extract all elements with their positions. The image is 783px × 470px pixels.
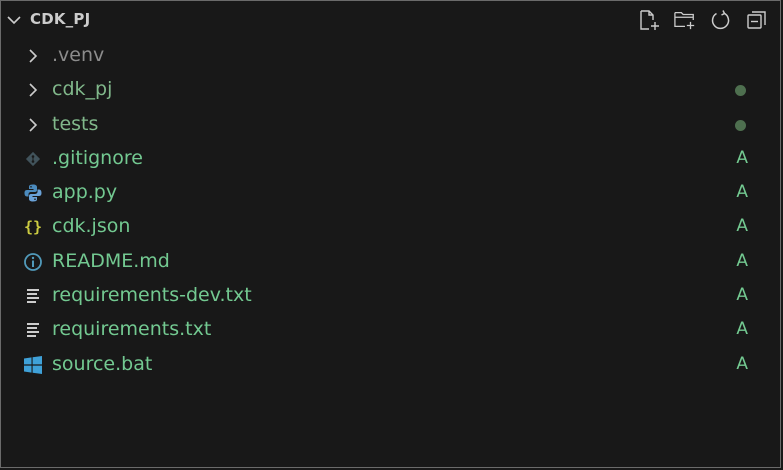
explorer-header[interactable]: CDK_PJ: [1, 1, 780, 39]
windows-icon: [23, 355, 43, 375]
tree-item-label: cdk_pj: [52, 78, 113, 101]
new-file-icon: [640, 10, 659, 30]
tree-item-venv[interactable]: .venv: [1, 38, 780, 72]
tree-item-requirements-dev[interactable]: requirements-dev.txt A: [1, 278, 780, 312]
git-status-badge: A: [736, 147, 748, 168]
tree-item-cdk-json[interactable]: {} cdk.json A: [1, 209, 780, 243]
tree-item-label: .venv: [52, 44, 105, 66]
git-status-badge: A: [736, 285, 748, 306]
tree-item-label: app.py: [52, 181, 118, 204]
tree-item-tests[interactable]: tests: [1, 107, 780, 141]
tree-item-label: requirements.txt: [52, 318, 212, 341]
tree-item-readme[interactable]: README.md A: [1, 244, 780, 278]
tree-item-cdk-pj[interactable]: cdk_pj: [1, 72, 780, 106]
git-modified-dot: [735, 119, 746, 131]
new-file-button[interactable]: [638, 9, 660, 31]
info-icon: [23, 252, 43, 272]
git-status-badge: A: [736, 353, 748, 374]
chevron-right-icon[interactable]: [23, 46, 43, 66]
git-status-badge: A: [736, 319, 748, 340]
tree-item-app-py[interactable]: app.py A: [1, 175, 780, 209]
git-icon: [23, 149, 43, 169]
tree-item-label: tests: [52, 112, 99, 135]
tree-item-label: .gitignore: [52, 146, 143, 169]
tree-item-label: cdk.json: [52, 215, 131, 238]
chevron-down-icon[interactable]: [6, 12, 22, 28]
git-modified-dot: [735, 85, 746, 97]
explorer-title[interactable]: CDK_PJ: [30, 10, 90, 28]
tree-item-label: README.md: [52, 249, 170, 272]
new-folder-icon: [674, 12, 695, 30]
git-status-badge: A: [736, 182, 748, 203]
file-tree: .venv cdk_pj tests .gitignore A app.py A…: [1, 38, 780, 381]
tree-item-source-bat[interactable]: source.bat A: [1, 347, 780, 381]
chevron-right-icon[interactable]: [23, 115, 43, 135]
tree-item-gitignore[interactable]: .gitignore A: [1, 141, 780, 175]
refresh-icon: [711, 10, 730, 30]
explorer-toolbar: [638, 9, 768, 31]
new-folder-button[interactable]: [674, 9, 696, 31]
git-status-badge: A: [736, 216, 748, 237]
refresh-button[interactable]: [710, 9, 732, 31]
collapse-all-icon: [747, 11, 766, 29]
svg-text:{}: {}: [24, 218, 42, 236]
tree-item-label: requirements-dev.txt: [52, 284, 252, 307]
explorer-panel: CDK_PJ .venv cdk_pj tests .gitignore A a…: [0, 0, 781, 468]
git-status-badge: A: [736, 250, 748, 271]
python-icon: [23, 183, 43, 203]
text-file-icon: [23, 286, 43, 306]
tree-item-label: source.bat: [52, 352, 153, 375]
chevron-right-icon[interactable]: [23, 80, 43, 100]
tree-item-requirements[interactable]: requirements.txt A: [1, 312, 780, 346]
json-icon: {}: [23, 217, 43, 237]
text-file-icon: [23, 320, 43, 340]
collapse-all-button[interactable]: [746, 9, 768, 31]
